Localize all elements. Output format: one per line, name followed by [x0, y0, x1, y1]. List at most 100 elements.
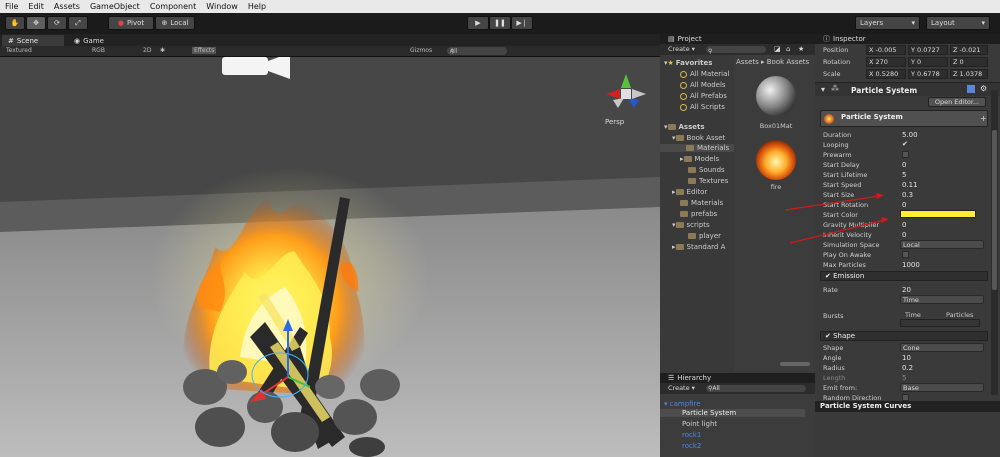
tree-item[interactable]: ▸ Editor [672, 188, 707, 196]
tree-item[interactable]: ▸ Standard A [672, 243, 725, 251]
assets-header[interactable]: ▾ Assets [664, 123, 705, 131]
add-module-icon[interactable]: + [980, 114, 987, 123]
hierarchy-item[interactable]: rock2 [682, 442, 701, 450]
open-editor-button[interactable]: Open Editor... [928, 97, 986, 107]
favorite-item[interactable]: All Scripts [680, 103, 725, 111]
hierarchy-item[interactable]: Point light [682, 420, 717, 428]
thumbnail-size-slider[interactable] [780, 362, 810, 366]
material-sphere-thumbnail[interactable] [756, 76, 796, 116]
rotation-x-field[interactable]: X 270 [866, 57, 906, 67]
lighting-icon[interactable]: ✱ [160, 47, 165, 54]
inspector-scrollbar[interactable] [991, 90, 998, 395]
prop-value[interactable]: 0.11 [902, 181, 918, 189]
project-create-button[interactable]: Create ▾ [668, 45, 695, 53]
rotate-tool-button[interactable]: ⟳ [47, 16, 67, 30]
module-header[interactable]: Particle System + [820, 110, 988, 127]
layout-dropdown[interactable]: Layout ▾ [926, 16, 990, 30]
prop-value[interactable]: 0 [902, 231, 906, 239]
play-on-awake-checkbox[interactable] [902, 251, 909, 258]
rate-value[interactable]: 20 [902, 286, 911, 294]
random-direction-checkbox[interactable] [902, 394, 909, 401]
tree-item[interactable]: ▸ Models [680, 155, 719, 163]
scrollbar-thumb[interactable] [992, 130, 997, 290]
position-z-field[interactable]: Z -0.021 [950, 45, 988, 55]
tree-item[interactable]: ▾ Book Asset [672, 134, 725, 142]
scale-z-field[interactable]: Z 1.0378 [950, 69, 988, 79]
shape-module-header[interactable]: ✔ Shape [820, 331, 988, 341]
rotation-z-field[interactable]: Z 0 [950, 57, 988, 67]
emission-module-header[interactable]: ✔ Emission [820, 271, 988, 281]
menu-window[interactable]: Window [201, 2, 243, 11]
tree-item[interactable]: Materials [680, 199, 723, 207]
prop-value[interactable]: 0 [902, 221, 906, 229]
tab-game[interactable]: ◉ Game [68, 35, 118, 46]
hierarchy-create-button[interactable]: Create ▾ [668, 384, 695, 392]
position-x-field[interactable]: X -0.005 [866, 45, 906, 55]
gear-icon[interactable]: ⚙ [980, 84, 987, 93]
prop-value[interactable]: 10 [902, 354, 911, 362]
favorite-icon[interactable]: ★ [798, 45, 804, 53]
pivot-toggle-button[interactable]: ● Pivot [108, 16, 154, 30]
hierarchy-tab[interactable]: ☰ Hierarchy [660, 373, 815, 383]
project-tab[interactable]: ▤ Project [660, 34, 815, 44]
color-mode-dropdown[interactable]: RGB [92, 47, 105, 54]
scale-tool-button[interactable]: ⤢ [68, 16, 88, 30]
breadcrumb[interactable]: Assets ▸ Book Assets [736, 58, 809, 66]
menu-component[interactable]: Component [145, 2, 201, 11]
hierarchy-item[interactable]: rock1 [682, 431, 701, 439]
inspector-tab[interactable]: ⓘ Inspector [815, 34, 1000, 44]
bursts-table[interactable] [900, 319, 980, 327]
emit-from-dropdown[interactable]: Base [900, 383, 984, 392]
prop-value[interactable]: 0 [902, 201, 906, 209]
tree-item[interactable]: player [688, 232, 721, 240]
layers-dropdown[interactable]: Layers ▾ [855, 16, 920, 30]
tree-item[interactable]: ▾ scripts [672, 221, 710, 229]
tree-item[interactable]: prefabs [680, 210, 717, 218]
simulation-space-dropdown[interactable]: Local [900, 240, 984, 249]
curves-area[interactable] [815, 412, 1000, 457]
hierarchy-search-input[interactable]: ⚲All [706, 385, 806, 392]
rate-mode-dropdown[interactable]: Time [900, 295, 984, 304]
play-button[interactable]: ▶ [467, 16, 489, 30]
prop-value[interactable]: 5 [902, 374, 906, 382]
component-header[interactable]: ▾ ⁂ Particle System ⚙ [815, 82, 1000, 96]
favorite-item[interactable]: All Material [680, 70, 729, 78]
prop-value[interactable]: 0 [902, 161, 906, 169]
favorites-header[interactable]: ▾★ Favorites [664, 59, 712, 67]
fire-material-thumbnail[interactable] [756, 140, 796, 180]
hierarchy-item-selected[interactable]: Particle System [660, 409, 805, 417]
filter-type-icon[interactable]: ◪ [774, 45, 781, 53]
prop-value[interactable]: 0.2 [902, 364, 913, 372]
move-tool-button[interactable]: ✥ [26, 16, 46, 30]
prop-value[interactable]: 1000 [902, 261, 920, 269]
step-button[interactable]: ▶❘ [511, 16, 533, 30]
prop-value[interactable]: 5 [902, 171, 906, 179]
local-toggle-button[interactable]: ⊕ Local [155, 16, 195, 30]
scale-x-field[interactable]: X 0.5280 [866, 69, 906, 79]
scale-y-field[interactable]: Y 0.6778 [908, 69, 948, 79]
hierarchy-item[interactable]: ▾ campfire [664, 400, 701, 408]
hand-tool-button[interactable]: ✋ [5, 16, 25, 30]
favorite-item[interactable]: All Prefabs [680, 92, 727, 100]
project-search-input[interactable]: ⚲ [706, 46, 766, 55]
looping-checkbox[interactable]: ✔ [902, 140, 908, 148]
menu-help[interactable]: Help [243, 2, 271, 11]
shape-dropdown[interactable]: Cone [900, 343, 984, 352]
pause-button[interactable]: ❚❚ [489, 16, 511, 30]
tree-item[interactable]: Textures [688, 177, 728, 185]
start-color-swatch[interactable] [900, 210, 976, 218]
prewarm-checkbox[interactable] [902, 151, 909, 158]
curves-header[interactable]: Particle System Curves [815, 401, 1000, 412]
prop-value[interactable]: 5.00 [902, 131, 918, 139]
book-icon[interactable] [967, 85, 975, 93]
render-mode-dropdown[interactable]: Textured [6, 47, 32, 54]
menu-file[interactable]: File [0, 2, 23, 11]
menu-assets[interactable]: Assets [49, 2, 85, 11]
menu-gameobject[interactable]: GameObject [85, 2, 145, 11]
effects-dropdown[interactable]: Effects [192, 47, 217, 54]
persp-label[interactable]: Persp [605, 118, 624, 126]
prop-value[interactable]: 0.3 [902, 191, 913, 199]
rotation-y-field[interactable]: Y 0 [908, 57, 948, 67]
tab-scene[interactable]: # Scene [2, 35, 64, 46]
toggle-2d-button[interactable]: 2D [143, 47, 151, 54]
